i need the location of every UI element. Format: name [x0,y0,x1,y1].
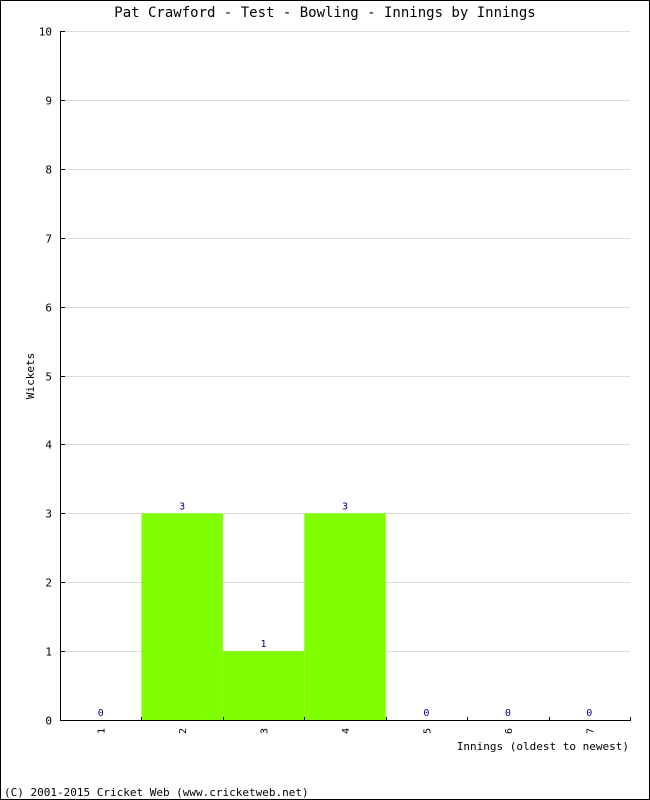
bar-chart: Pat Crawford - Test - Bowling - Innings … [4,5,631,799]
y-tick-label: 3 [45,508,52,521]
y-axis-label: Wickets [24,353,37,399]
y-tick-label: 9 [45,95,52,108]
bar-value-label: 3 [179,501,185,512]
y-tick-label: 5 [45,371,52,384]
chart-title: Pat Crawford - Test - Bowling - Innings … [114,5,535,21]
x-tick-label: 1 [97,728,108,734]
bar-value-label: 0 [586,708,592,719]
bar-value-label: 0 [505,708,511,719]
bar [141,513,223,720]
y-tick-label: 8 [45,164,52,177]
y-tick-label: 10 [39,26,52,39]
x-tick-label: 3 [260,728,271,734]
x-tick-label: 7 [585,728,596,734]
bar-value-label: 0 [98,708,104,719]
x-axis-label: Innings (oldest to newest) [457,740,629,753]
bar [304,513,386,720]
copyright-footer: (C) 2001-2015 Cricket Web (www.cricketwe… [4,786,309,799]
bar [222,651,305,720]
x-tick-label: 2 [178,728,189,734]
x-tick-label: 6 [504,728,515,734]
x-tick-label: 5 [422,728,433,734]
y-axis: 0 1 2 3 4 5 6 7 8 9 10 [39,26,65,728]
y-tick-label: 2 [45,577,52,590]
x-tick-label: 4 [341,728,352,734]
bars [141,513,386,720]
bar-value-label: 1 [261,639,267,650]
y-tick-label: 1 [45,646,52,659]
y-tick-label: 0 [45,715,52,728]
bar-value-label: 0 [423,708,429,719]
y-tick-label: 4 [45,439,52,452]
bar-value-label: 3 [342,501,348,512]
y-tick-label: 6 [45,302,52,315]
y-tick-label: 7 [45,233,52,246]
